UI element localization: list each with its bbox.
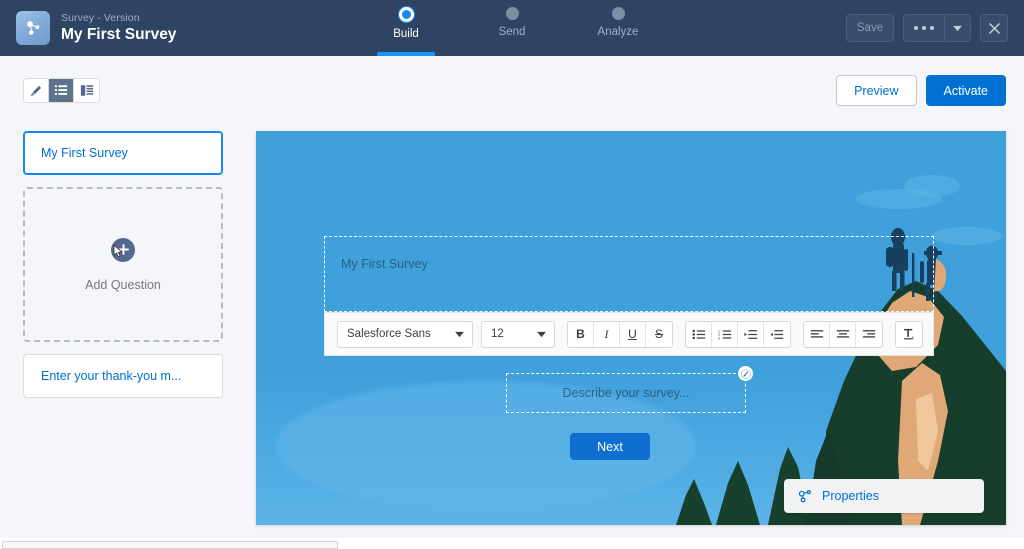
align-left-icon	[810, 329, 824, 340]
indent-button[interactable]	[738, 322, 764, 347]
properties-panel-button[interactable]: Properties	[784, 479, 984, 513]
align-right-icon	[862, 329, 876, 340]
numbered-list-icon: 123	[718, 329, 732, 340]
list-group: 123	[685, 321, 791, 348]
page-title: My First Survey	[61, 26, 176, 44]
properties-nodes-icon	[798, 489, 813, 504]
add-question-dropzone[interactable]: Add Question	[23, 187, 223, 342]
bold-button[interactable]: B	[568, 322, 594, 347]
numbered-list-button[interactable]: 123	[712, 322, 738, 347]
chevron-down-icon	[952, 25, 963, 32]
dot-icon	[612, 7, 625, 20]
align-left-button[interactable]	[804, 322, 830, 347]
app-header: Survey - Version My First Survey Build S…	[0, 0, 1024, 56]
plus-circle-icon	[111, 238, 135, 262]
svg-text:3: 3	[718, 336, 720, 340]
font-size-value: 12	[491, 328, 504, 340]
underline-button[interactable]: U	[620, 322, 646, 347]
bulleted-list-icon	[692, 329, 706, 340]
close-icon	[988, 22, 1001, 35]
font-size-select[interactable]: 12	[481, 321, 555, 348]
remove-format-icon: x	[902, 328, 917, 341]
italic-button[interactable]: I	[594, 322, 620, 347]
next-button[interactable]: Next	[570, 433, 650, 460]
paintbrush-icon	[29, 84, 43, 98]
sidebar-item-thank-you-page[interactable]: Enter your thank-you m...	[23, 354, 223, 398]
tab-build-label: Build	[377, 28, 435, 40]
survey-description-field[interactable]: Describe your survey...	[506, 373, 746, 413]
header-subtitle: Survey - Version	[61, 12, 176, 24]
survey-description-placeholder: Describe your survey...	[563, 386, 690, 400]
tab-send-label: Send	[483, 26, 541, 38]
outdent-icon	[770, 329, 784, 340]
dot-icon	[506, 7, 519, 20]
ellipsis-icon	[914, 26, 935, 31]
outdent-button[interactable]	[764, 322, 790, 347]
list-icon	[54, 84, 68, 97]
survey-title-field[interactable]: My First Survey	[324, 236, 934, 312]
edit-badge-icon[interactable]	[738, 366, 753, 381]
survey-preview-canvas: My First Survey Salesforce Sans 12 B I U…	[256, 131, 1006, 525]
connected-nodes-icon	[23, 18, 44, 39]
toolbar-layout-button[interactable]	[74, 79, 99, 102]
remove-formatting-button[interactable]: x	[896, 322, 922, 347]
primary-nav: Build Send Analyze	[360, 0, 664, 56]
align-right-button[interactable]	[856, 322, 882, 347]
add-question-label: Add Question	[85, 278, 161, 292]
clear-format-group: x	[895, 321, 923, 348]
chevron-down-icon	[536, 331, 547, 338]
sidebar-page-label: My First Survey	[41, 146, 128, 160]
properties-label: Properties	[822, 489, 879, 503]
bulleted-list-button[interactable]	[686, 322, 712, 347]
tab-analyze[interactable]: Analyze	[589, 0, 647, 56]
preview-button[interactable]: Preview	[836, 75, 916, 106]
page-list-sidebar: My First Survey Add Question Enter your …	[23, 131, 223, 398]
strikethrough-button[interactable]: S	[646, 322, 672, 347]
toolbar-list-button[interactable]	[49, 79, 74, 102]
toolbar-brush-button[interactable]	[24, 79, 49, 102]
font-family-value: Salesforce Sans	[347, 328, 431, 340]
app-icon	[16, 11, 50, 45]
download-bar-chip[interactable]	[2, 541, 338, 549]
columns-layout-icon	[80, 84, 94, 97]
thank-you-label: Enter your thank-you m...	[41, 369, 181, 383]
text-style-group: B I U S	[567, 321, 673, 348]
svg-text:x: x	[910, 335, 914, 340]
align-center-icon	[836, 329, 850, 340]
more-actions-group	[903, 14, 971, 42]
indent-icon	[744, 329, 758, 340]
more-actions-dropdown[interactable]	[944, 15, 970, 41]
chevron-down-icon	[454, 331, 465, 338]
font-family-select[interactable]: Salesforce Sans	[337, 321, 473, 348]
tab-analyze-label: Analyze	[589, 26, 647, 38]
view-mode-toggle	[23, 78, 100, 103]
tab-build[interactable]: Build	[377, 0, 435, 56]
save-button[interactable]: Save	[846, 14, 894, 42]
builder-actions: Preview Activate	[836, 75, 1006, 106]
tab-send[interactable]: Send	[483, 0, 541, 56]
builder-toolbar: Preview Activate	[0, 56, 1024, 114]
more-actions-button[interactable]	[904, 15, 944, 41]
header-identity: Survey - Version My First Survey	[0, 11, 360, 45]
header-actions: Save	[664, 14, 1024, 42]
survey-title-value: My First Survey	[341, 257, 428, 271]
sidebar-item-page-my-first-survey[interactable]: My First Survey	[23, 131, 223, 175]
align-center-button[interactable]	[830, 322, 856, 347]
pointer-cursor-icon	[113, 244, 125, 259]
close-button[interactable]	[980, 14, 1008, 42]
filled-dot-icon	[399, 7, 414, 22]
align-group	[803, 321, 883, 348]
rich-text-toolbar: Salesforce Sans 12 B I U S	[324, 312, 934, 356]
activate-button[interactable]: Activate	[926, 75, 1006, 106]
